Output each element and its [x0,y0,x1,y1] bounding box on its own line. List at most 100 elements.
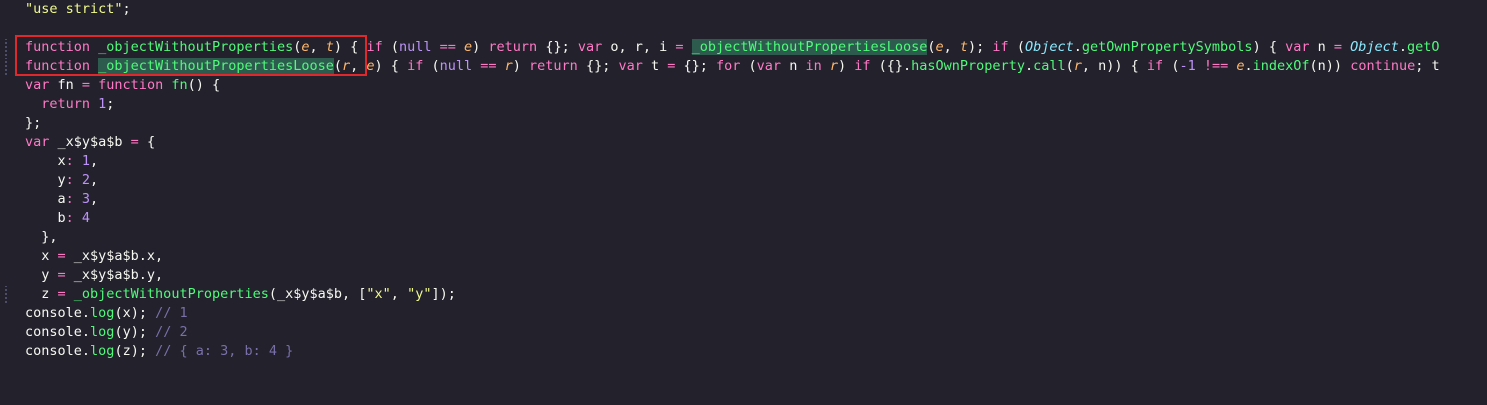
code-token: = [667,58,684,74]
code-token: t [650,58,668,74]
code-token: , [309,39,326,55]
code-token: = [81,77,99,93]
code-token: { [146,134,156,150]
code-text: x = _x$y$a$b.x, [25,247,163,266]
code-token: _x$y$a$b.x, [73,248,164,264]
code-line[interactable]: }; [0,114,1487,133]
code-token: function [25,39,99,55]
code-line[interactable]: var _x$y$a$b = { [0,133,1487,152]
code-token: if [366,39,391,55]
code-text: function _objectWithoutProperties(e, t) … [25,38,1440,57]
code-token: ) { [333,39,367,55]
code-token: ); [968,39,993,55]
code-token: // 1 [155,305,188,321]
code-token: e [464,39,473,55]
code-line[interactable]: var fn = function fn() { [0,76,1487,95]
code-token: if [854,58,879,74]
code-token: _objectWithoutProperties [98,39,294,55]
code-token: . [1073,39,1082,55]
code-token: ({}. [878,58,912,74]
code-line[interactable]: z = _objectWithoutProperties(_x$y$a$b, [… [0,285,1487,304]
code-text: x: 1, [25,152,99,171]
code-token: function [25,58,99,74]
code-token: b [25,210,66,226]
code-line[interactable]: a: 3, [0,190,1487,209]
code-token: ) { [374,58,408,74]
code-line[interactable]: x = _x$y$a$b.x, [0,247,1487,266]
code-token: y [25,172,66,188]
code-token: : [65,191,82,207]
code-token: var [618,58,651,74]
code-token: }; [25,115,42,131]
code-line[interactable]: function _objectWithoutPropertiesLoose(r… [0,57,1487,76]
code-line[interactable]: y = _x$y$a$b.y, [0,266,1487,285]
code-text: b: 4 [25,209,91,228]
code-token: getO [1407,39,1440,55]
code-token: : [65,210,82,226]
gutter-change-marker [5,286,7,303]
code-token: ) [472,39,489,55]
code-token: {}; [545,39,578,55]
code-token: return [529,58,586,74]
code-token: r [829,58,838,74]
code-token: if [992,39,1017,55]
code-token: == [431,39,464,55]
code-token: ) { [1252,39,1286,55]
code-token: : [65,153,82,169]
code-token: Object [1350,39,1399,55]
code-token: . [1024,58,1034,74]
code-token: n [789,58,806,74]
code-token: e [301,39,310,55]
code-token: ) [512,58,530,74]
code-line[interactable]: x: 1, [0,152,1487,171]
code-line[interactable] [0,19,1487,38]
code-token: r [1073,58,1082,74]
code-token: x [25,153,66,169]
code-text: y = _x$y$a$b.y, [25,266,163,285]
code-token: a [25,191,66,207]
code-line[interactable]: "use strict"; [0,0,1487,19]
code-text: console.log(z); // { a: 3, b: 4 } [25,342,293,361]
code-line[interactable]: console.log(x); // 1 [0,304,1487,323]
gutter-change-marker [5,58,7,75]
code-token: null [439,58,473,74]
code-token: if [1146,58,1172,74]
code-token: (_x$y$a$b, [ [268,286,367,302]
code-token: {}; [585,58,619,74]
code-token: ( [390,39,399,55]
code-token: , [90,191,99,207]
code-token: _objectWithoutPropertiesLoose [691,39,928,55]
code-token: n [1317,39,1334,55]
code-token: for [716,58,749,74]
gutter-change-marker [5,39,7,56]
code-token: () { [187,77,221,93]
code-token: log [90,343,115,359]
code-line[interactable]: }, [0,228,1487,247]
code-text: }; [25,114,41,133]
code-text: var fn = function fn() { [25,76,220,95]
code-token: ]); [431,286,456,302]
code-text: console.log(x); // 1 [25,304,188,323]
code-token: r [504,58,513,74]
code-token: = [1333,39,1351,55]
code-line[interactable]: function _objectWithoutProperties(e, t) … [0,38,1487,57]
code-token: // 2 [155,324,188,340]
code-line[interactable]: y: 2, [0,171,1487,190]
code-editor[interactable]: "use strict"; function _objectWithoutProp… [0,0,1487,405]
code-token: 2 [81,172,91,188]
code-line[interactable]: b: 4 [0,209,1487,228]
code-token: (z); [114,343,156,359]
code-token: ( [1016,39,1025,55]
code-line[interactable]: console.log(y); // 2 [0,323,1487,342]
code-token: !== [1195,58,1237,74]
code-token: t [325,39,334,55]
code-token: {}; [683,58,717,74]
code-token: x [25,248,58,264]
code-token: 3 [81,191,91,207]
code-line[interactable]: return 1; [0,95,1487,114]
code-token: . [1398,39,1408,55]
code-line[interactable]: console.log(z); // { a: 3, b: 4 } [0,342,1487,361]
code-token: _objectWithoutProperties [73,286,269,302]
code-token: fn [57,77,82,93]
code-token: function [98,77,172,93]
